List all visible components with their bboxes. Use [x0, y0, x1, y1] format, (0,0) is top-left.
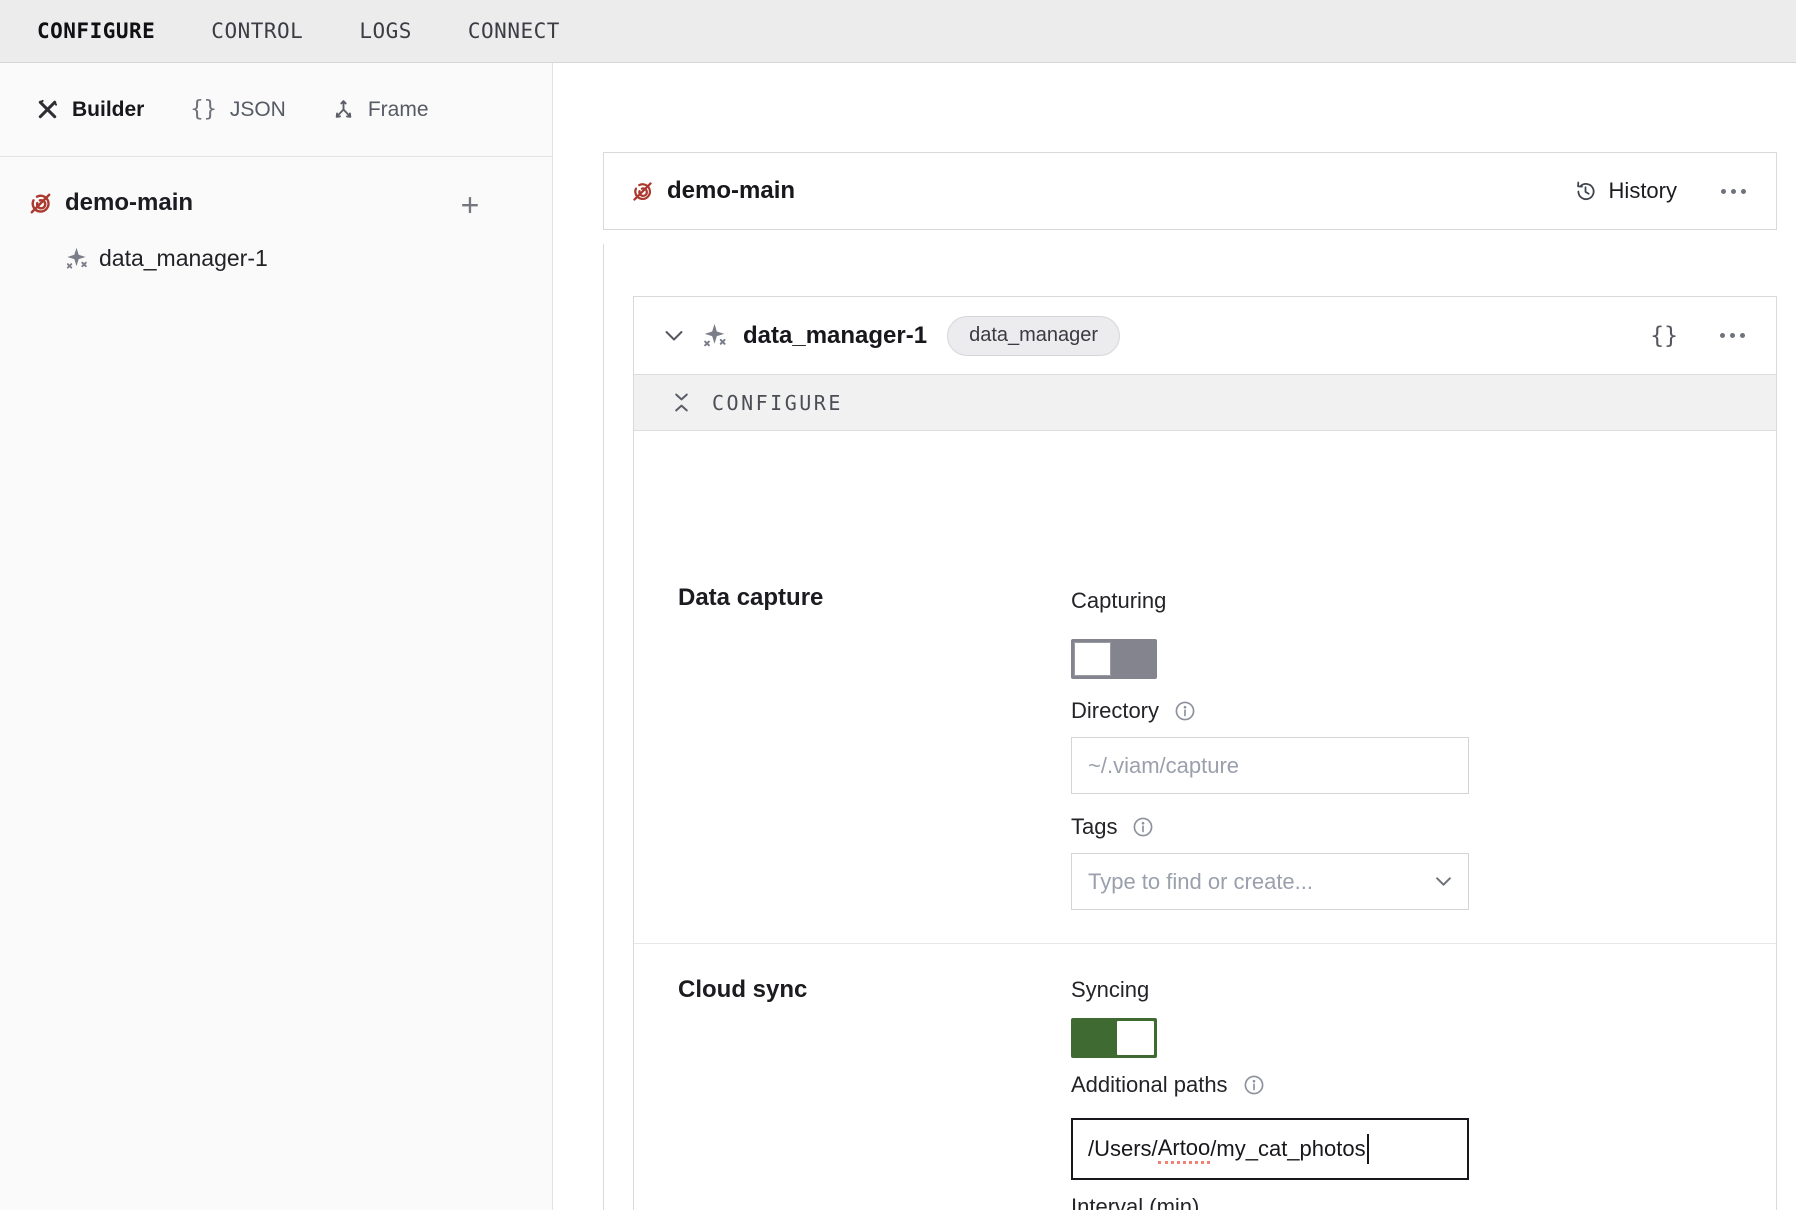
cloud-sync-heading: Cloud sync: [678, 976, 807, 1004]
chevron-down-icon[interactable]: [664, 329, 684, 342]
configure-section-bar[interactable]: CONFIGURE: [634, 374, 1776, 431]
collapse-icon: [673, 393, 690, 412]
sparkles-icon: [700, 321, 729, 350]
nav-tab-configure[interactable]: CONFIGURE: [37, 19, 155, 43]
view-mode-tabs: Builder {} JSON Frame: [0, 63, 552, 157]
capturing-label: Capturing: [1071, 588, 1166, 614]
tags-placeholder: Type to find or create...: [1088, 869, 1435, 895]
text-caret: [1367, 1134, 1369, 1164]
tab-json[interactable]: {} JSON: [190, 97, 286, 122]
info-icon[interactable]: [1132, 816, 1154, 838]
tree-item-component[interactable]: data_manager-1: [0, 235, 552, 281]
component-json-icon[interactable]: {}: [1650, 323, 1678, 349]
section-divider: [634, 943, 1776, 944]
info-icon[interactable]: [1174, 700, 1196, 722]
machine-offline-icon: [630, 179, 655, 204]
sidebar: Builder {} JSON Frame: [0, 63, 553, 1210]
tab-builder[interactable]: Builder: [36, 98, 144, 122]
nav-tab-connect[interactable]: CONNECT: [468, 19, 560, 43]
component-type-badge: data_manager: [947, 316, 1120, 356]
additional-paths-label: Additional paths: [1071, 1072, 1265, 1098]
info-icon[interactable]: [1243, 1074, 1265, 1096]
interval-label: Interval (min): [1071, 1194, 1199, 1210]
braces-icon: {}: [190, 97, 217, 122]
tree-component-label: data_manager-1: [99, 245, 268, 272]
tags-select[interactable]: Type to find or create...: [1071, 853, 1469, 910]
tree-machine-label: demo-main: [65, 189, 193, 217]
directory-label: Directory: [1071, 698, 1196, 724]
configure-bar-label: CONFIGURE: [712, 391, 843, 415]
syncing-toggle[interactable]: [1071, 1018, 1157, 1058]
directory-input[interactable]: [1071, 737, 1469, 794]
component-card-header: data_manager-1 data_manager {}: [634, 297, 1776, 374]
nav-tab-control[interactable]: CONTROL: [211, 19, 303, 43]
tab-json-label: JSON: [230, 98, 286, 122]
machine-offline-icon: [27, 190, 54, 217]
additional-paths-input[interactable]: /Users/Artoo/my_cat_photos: [1071, 1118, 1469, 1180]
top-navigation: CONFIGURE CONTROL LOGS CONNECT: [0, 0, 1796, 63]
machine-title: demo-main: [667, 177, 795, 205]
path-value-prefix: /Users/: [1088, 1136, 1158, 1162]
tab-frame[interactable]: Frame: [332, 98, 429, 122]
tags-label: Tags: [1071, 814, 1154, 840]
tab-frame-label: Frame: [368, 98, 429, 122]
tools-icon: [36, 98, 59, 121]
syncing-label: Syncing: [1071, 977, 1149, 1003]
path-value-suffix: /my_cat_photos: [1210, 1136, 1365, 1162]
add-component-button[interactable]: +: [450, 185, 490, 225]
viam-configure-screen: CONFIGURE CONTROL LOGS CONNECT Builder {…: [0, 0, 1796, 1210]
capturing-toggle[interactable]: [1071, 639, 1157, 679]
card-group-rail: [603, 244, 604, 1210]
component-menu-icon[interactable]: [1714, 327, 1751, 344]
nav-tab-logs[interactable]: LOGS: [359, 19, 412, 43]
machine-menu-icon[interactable]: [1715, 183, 1752, 200]
frame-axes-icon: [332, 98, 355, 121]
path-value-misspelled: Artoo: [1158, 1135, 1211, 1164]
data-capture-heading: Data capture: [678, 584, 823, 612]
sparkles-icon: [63, 245, 90, 272]
history-label: History: [1609, 178, 1677, 204]
history-button[interactable]: History: [1574, 178, 1677, 204]
machine-header-card: demo-main History: [603, 152, 1777, 230]
component-name: data_manager-1: [743, 322, 927, 350]
history-icon: [1574, 180, 1597, 203]
tab-builder-label: Builder: [72, 98, 144, 122]
chevron-down-icon: [1435, 876, 1452, 887]
component-card: data_manager-1 data_manager {} CONFIGURE…: [633, 296, 1777, 1210]
